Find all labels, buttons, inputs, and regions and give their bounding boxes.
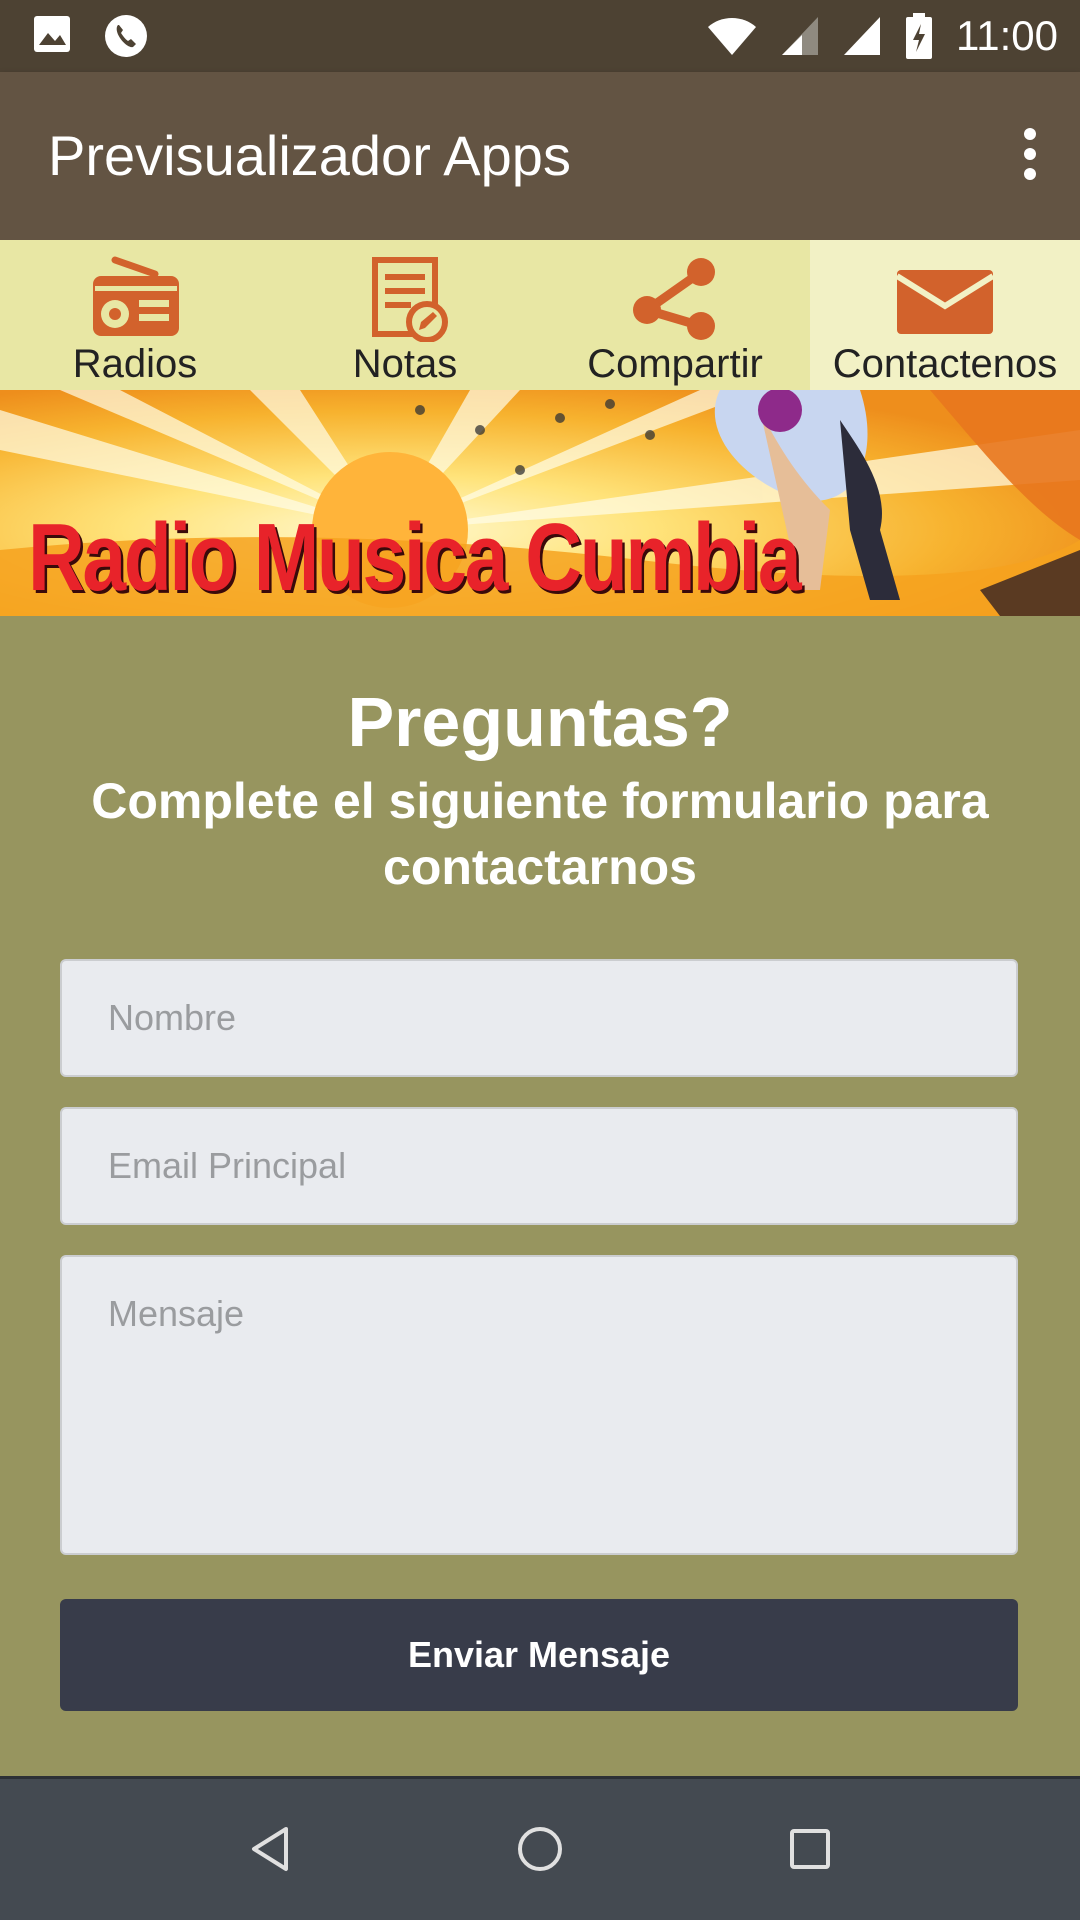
page-heading: Preguntas? bbox=[347, 683, 733, 761]
name-field[interactable] bbox=[60, 959, 1018, 1077]
wifi-icon bbox=[708, 18, 756, 55]
home-icon[interactable] bbox=[516, 1825, 564, 1873]
status-bar: 11:00 bbox=[0, 0, 1080, 72]
battery-charging-icon bbox=[906, 13, 932, 59]
recents-icon[interactable] bbox=[786, 1825, 834, 1873]
share-icon bbox=[633, 258, 715, 340]
email-field[interactable] bbox=[60, 1107, 1018, 1225]
notes-icon bbox=[372, 257, 448, 342]
tab-contactenos[interactable]: Contactenos bbox=[810, 240, 1080, 390]
radio-icon bbox=[93, 256, 179, 336]
message-field[interactable] bbox=[60, 1255, 1018, 1555]
tab-label: Compartir bbox=[587, 342, 763, 386]
phone-icon bbox=[105, 15, 147, 57]
tab-radios[interactable]: Radios bbox=[0, 240, 270, 390]
tab-compartir[interactable]: Compartir bbox=[540, 240, 810, 390]
signal-icon bbox=[844, 17, 880, 55]
tab-label: Contactenos bbox=[832, 342, 1058, 386]
tab-label: Notas bbox=[352, 342, 458, 386]
banner-title: Radio Musica Cumbia bbox=[28, 504, 802, 611]
back-icon[interactable] bbox=[246, 1825, 294, 1873]
tab-notas[interactable]: Notas bbox=[270, 240, 540, 390]
page-subheading: Complete el siguiente formulario para co… bbox=[91, 773, 989, 895]
mail-icon bbox=[895, 270, 995, 334]
app-toolbar: Previsualizador Apps bbox=[0, 72, 1080, 240]
tab-bar: Radios Notas Compartir Contactenos bbox=[0, 240, 1080, 390]
system-nav-bar bbox=[0, 1776, 1080, 1920]
more-vert-icon[interactable] bbox=[1010, 124, 1050, 188]
clock: 11:00 bbox=[956, 12, 1058, 59]
signal-icon bbox=[782, 17, 818, 55]
send-message-button[interactable]: Enviar Mensaje bbox=[60, 1599, 1018, 1711]
image-icon bbox=[34, 16, 70, 52]
tab-label: Radios bbox=[72, 342, 198, 386]
app-title: Previsualizador Apps bbox=[48, 124, 571, 187]
header-banner: Radio Musica Cumbia bbox=[0, 390, 1080, 616]
